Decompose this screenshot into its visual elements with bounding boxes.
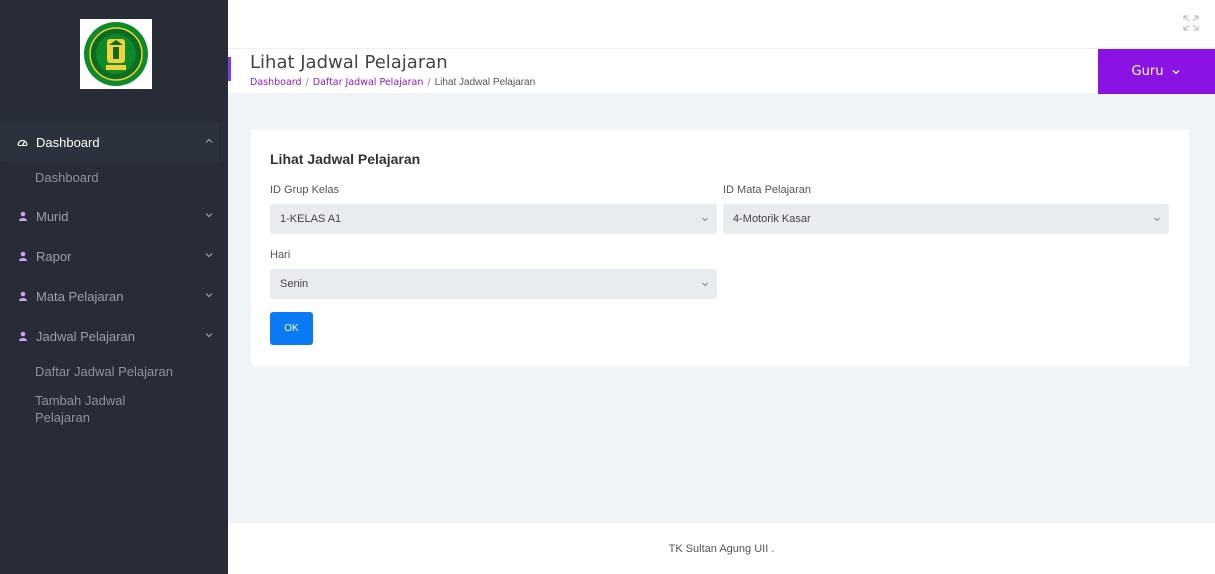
- sidebar-item-label: Rapor: [36, 248, 72, 264]
- breadcrumb-current: Lihat Jadwal Pelajaran: [434, 77, 536, 88]
- sidebar-item-label: Jadwal Pelajaran: [36, 328, 136, 344]
- sidebar-item-mata-pelajaran[interactable]: Mata Pelajaran: [0, 276, 228, 316]
- chevron-down-icon: [205, 253, 213, 258]
- mata-pelajaran-label: ID Mata Pelajaran: [723, 184, 812, 196]
- footer-text: TK Sultan Agung UII .: [668, 542, 775, 555]
- chevron-down-icon: [205, 333, 213, 338]
- page-header: Lihat Jadwal Pelajaran Dashboard / Daftar …: [228, 48, 1215, 94]
- chevron-down-icon: [1154, 217, 1160, 222]
- grup-kelas-label: ID Grup Kelas: [270, 184, 340, 196]
- user-menu-button[interactable]: Guru: [1098, 49, 1215, 94]
- user-icon: [17, 251, 28, 262]
- chevron-down-icon: [702, 282, 708, 287]
- school-logo[interactable]: [80, 19, 152, 89]
- sidebar-item-label: Mata Pelajaran: [36, 288, 124, 304]
- top-header: [228, 0, 1215, 48]
- breadcrumb: Dashboard / Daftar Jadwal Pelajaran / Lihat …: [250, 77, 535, 88]
- sidebar-item-label: Murid: [36, 208, 69, 224]
- chevron-down-icon: [205, 213, 213, 218]
- hari-value: Senin: [280, 278, 309, 290]
- sidebar-item-dashboard[interactable]: Dashboard: [0, 122, 219, 162]
- form-title: Lihat Jadwal Pelajaran: [270, 151, 421, 167]
- breadcrumb-separator: /: [305, 77, 309, 88]
- dashboard-icon: [17, 137, 28, 148]
- title-accent-bar: [228, 57, 231, 81]
- sidebar-subitem-tambah-jadwal[interactable]: Tambah Jadwal Pelajaran: [0, 386, 160, 426]
- sidebar-item-rapor[interactable]: Rapor: [0, 236, 228, 276]
- grup-kelas-value: 1-KELAS A1: [280, 213, 342, 225]
- footer: TK Sultan Agung UII .: [228, 523, 1215, 574]
- sidebar-item-murid[interactable]: Murid: [0, 196, 228, 236]
- mata-pelajaran-value: 4-Motorik Kasar: [733, 213, 811, 225]
- hari-label: Hari: [270, 249, 291, 261]
- user-icon: [17, 291, 28, 302]
- chevron-down-icon: [702, 217, 708, 222]
- chevron-down-icon: [205, 293, 213, 298]
- hari-select[interactable]: Senin: [270, 269, 717, 299]
- fullscreen-icon[interactable]: [1183, 15, 1199, 31]
- chevron-down-icon: [1172, 69, 1180, 74]
- breadcrumb-daftar-jadwal[interactable]: Daftar Jadwal Pelajaran: [313, 77, 424, 88]
- user-menu-label: Guru: [1131, 64, 1164, 79]
- sidebar-subitem-daftar-jadwal[interactable]: Daftar Jadwal Pelajaran: [0, 356, 228, 386]
- user-icon: [17, 211, 28, 222]
- grup-kelas-select[interactable]: 1-KELAS A1: [270, 204, 717, 234]
- breadcrumb-separator: /: [427, 77, 431, 88]
- sidebar-subitem-dashboard[interactable]: Dashboard: [0, 158, 228, 196]
- breadcrumb-dashboard[interactable]: Dashboard: [250, 77, 302, 88]
- mata-pelajaran-select[interactable]: 4-Motorik Kasar: [723, 204, 1169, 234]
- sidebar-menu: Dashboard Dashboard Murid Rapor Mata Pel…: [0, 122, 228, 426]
- ok-button[interactable]: OK: [270, 312, 313, 345]
- sidebar-item-label: Dashboard: [36, 134, 100, 150]
- user-icon: [17, 331, 28, 342]
- page-title: Lihat Jadwal Pelajaran: [250, 52, 448, 73]
- sidebar: Dashboard Dashboard Murid Rapor Mata Pel…: [0, 0, 228, 574]
- chevron-up-icon: [205, 138, 213, 143]
- form-card: Lihat Jadwal Pelajaran ID Grup Kelas 1-K…: [251, 130, 1189, 366]
- sidebar-item-jadwal-pelajaran[interactable]: Jadwal Pelajaran: [0, 316, 228, 356]
